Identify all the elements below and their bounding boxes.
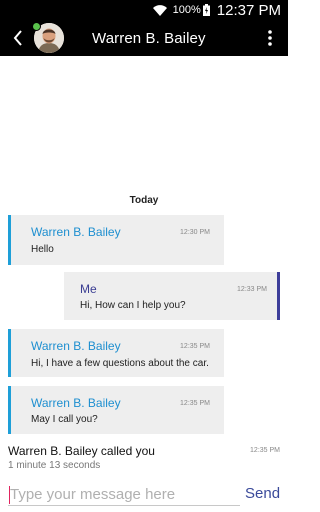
message-sender: Warren B. Bailey — [31, 225, 121, 239]
battery-percent: 100% — [172, 4, 201, 16]
more-vertical-icon — [268, 30, 272, 46]
message-input[interactable] — [8, 484, 240, 506]
message-bubble[interactable]: Warren B. Bailey 12:35 PM May I call you… — [8, 386, 224, 434]
back-arrow-icon — [13, 30, 22, 46]
page-title: Warren B. Bailey — [92, 29, 206, 47]
battery-charging-icon — [202, 4, 210, 16]
call-log-text: Warren B. Bailey called you — [8, 444, 155, 458]
chat-screen: 100% 12:37 PM Warren B. Bailey Today War… — [0, 0, 288, 512]
message-text: May I call you? — [31, 414, 98, 425]
back-button[interactable] — [3, 20, 33, 56]
message-sender: Warren B. Bailey — [31, 396, 121, 410]
message-bubble[interactable]: Warren B. Bailey 12:30 PM Hello — [8, 215, 224, 265]
message-time: 12:33 PM — [237, 286, 267, 293]
contact-avatar-button[interactable] — [32, 22, 64, 53]
call-time: 12:35 PM — [250, 447, 280, 454]
wifi-icon — [152, 5, 167, 16]
message-bubble[interactable]: Me 12:33 PM Hi, How can I help you? — [64, 272, 280, 320]
online-status-dot — [32, 22, 41, 31]
text-cursor — [9, 486, 10, 504]
date-separator: Today — [129, 195, 159, 206]
app-bar: Warren B. Bailey — [0, 20, 288, 56]
message-sender: Warren B. Bailey — [31, 339, 121, 353]
message-sender: Me — [80, 282, 97, 296]
message-text: Hello — [31, 244, 54, 255]
message-time: 12:35 PM — [180, 343, 210, 350]
message-text: Hi, I have a few questions about the car… — [31, 358, 209, 369]
status-bar: 100% 12:37 PM — [0, 0, 288, 20]
message-time: 12:35 PM — [180, 400, 210, 407]
send-button[interactable]: Send — [245, 485, 280, 502]
clock: 12:37 PM — [216, 1, 281, 19]
call-duration: 1 minute 13 seconds — [8, 460, 101, 471]
overflow-menu-button[interactable] — [258, 20, 282, 56]
message-time: 12:30 PM — [180, 229, 210, 236]
message-bubble[interactable]: Warren B. Bailey 12:35 PM Hi, I have a f… — [8, 329, 224, 377]
call-log-entry[interactable]: Warren B. Bailey called you 1 minute 13 … — [0, 443, 288, 475]
message-composer: Send — [0, 479, 288, 512]
message-text: Hi, How can I help you? — [80, 300, 186, 311]
